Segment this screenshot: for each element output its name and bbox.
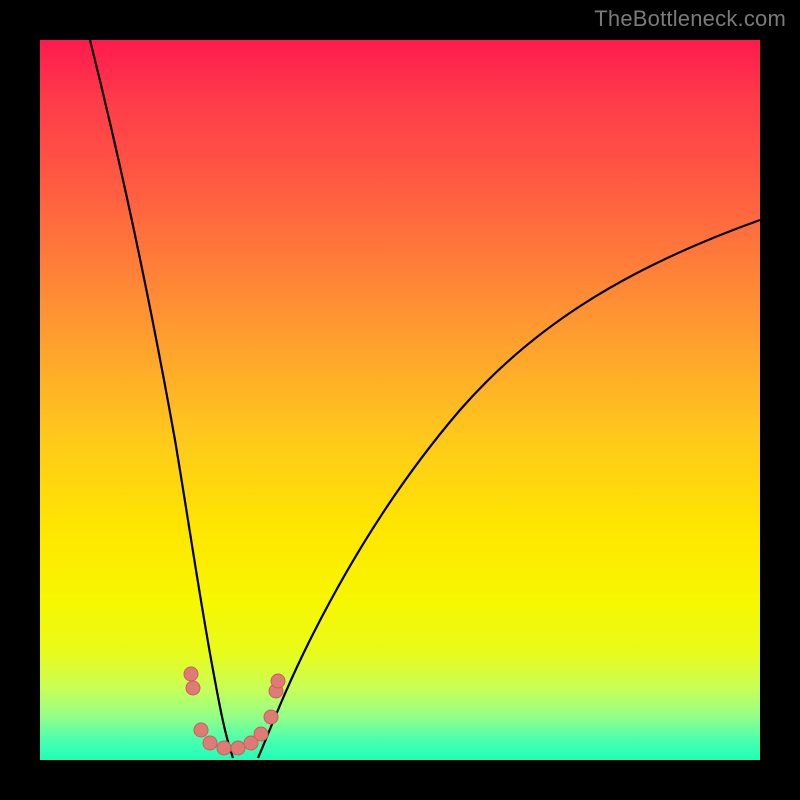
data-points	[184, 667, 285, 755]
curve-layer	[40, 40, 760, 760]
data-point	[186, 681, 200, 695]
plot-area	[40, 40, 760, 760]
left-branch-curve	[90, 40, 233, 758]
data-point	[264, 710, 278, 724]
data-point	[194, 723, 208, 737]
data-point	[254, 727, 268, 741]
data-point	[231, 741, 245, 755]
right-branch-curve	[258, 220, 760, 758]
data-point	[217, 741, 231, 755]
watermark-label: TheBottleneck.com	[594, 6, 786, 32]
data-point	[184, 667, 198, 681]
data-point	[271, 674, 285, 688]
chart-frame: TheBottleneck.com	[0, 0, 800, 800]
data-point	[203, 736, 217, 750]
